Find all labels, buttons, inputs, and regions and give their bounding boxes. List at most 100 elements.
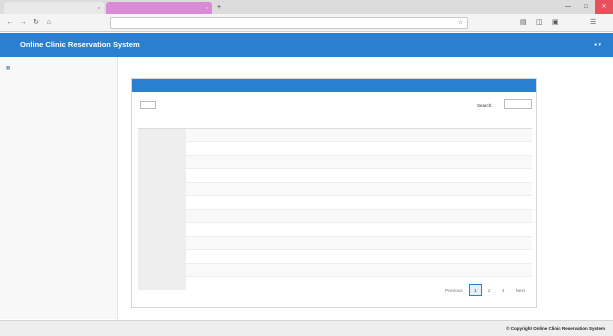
forward-icon[interactable]: → bbox=[17, 17, 29, 29]
table-row[interactable] bbox=[138, 181, 532, 196]
maximize-icon[interactable]: □ bbox=[577, 0, 595, 14]
table-cell bbox=[316, 195, 392, 209]
pagination-previous[interactable]: Previous bbox=[440, 284, 468, 296]
home-icon[interactable]: ⌂ bbox=[43, 17, 55, 29]
pagination-page[interactable]: 1 bbox=[469, 284, 482, 296]
table-cell bbox=[440, 208, 490, 223]
app-title[interactable]: Online Clinic Reservation System bbox=[20, 33, 140, 57]
table-cell bbox=[138, 181, 186, 196]
table-cell bbox=[186, 141, 248, 155]
table-cell bbox=[316, 127, 392, 142]
column-header[interactable] bbox=[248, 114, 316, 129]
table-cell bbox=[186, 195, 248, 209]
table-cell bbox=[392, 262, 440, 277]
table-cell bbox=[186, 154, 248, 169]
library-icon[interactable]: ▤ bbox=[520, 18, 527, 28]
table-cell bbox=[138, 168, 186, 182]
table-cell bbox=[248, 154, 316, 169]
reservation-table bbox=[138, 114, 532, 290]
table-cell bbox=[490, 222, 532, 236]
table-cell bbox=[392, 222, 440, 236]
entries-length-control bbox=[138, 101, 158, 109]
browser-toolbar: ← → ↻ ⌂ ☆ ▤ ◫ ▣ ☰ bbox=[0, 14, 613, 32]
table-cell bbox=[490, 249, 532, 263]
tab-close-icon[interactable]: × bbox=[98, 2, 100, 14]
table-cell bbox=[186, 127, 248, 142]
column-header[interactable] bbox=[316, 114, 392, 129]
table-cell bbox=[138, 262, 186, 277]
table-cell bbox=[186, 235, 248, 250]
sidebar-icon[interactable]: ◫ bbox=[536, 18, 543, 28]
table-cell bbox=[138, 235, 186, 250]
browser-tabstrip: × × + — □ ✕ bbox=[0, 0, 613, 14]
table-cell bbox=[392, 154, 440, 169]
table-cell bbox=[490, 195, 532, 209]
app-header: Online Clinic Reservation System ● ▾ bbox=[0, 33, 613, 57]
column-header[interactable] bbox=[138, 114, 186, 129]
table-cell bbox=[138, 222, 186, 236]
minimize-icon[interactable]: — bbox=[559, 0, 577, 14]
table-cell bbox=[138, 208, 186, 223]
new-tab-button[interactable]: + bbox=[214, 2, 224, 14]
table-cell bbox=[440, 127, 490, 142]
column-header[interactable] bbox=[392, 114, 440, 129]
table-cell bbox=[248, 235, 316, 250]
table-cell bbox=[392, 276, 440, 290]
table-body bbox=[138, 127, 532, 290]
table-row[interactable] bbox=[138, 127, 532, 142]
table-cell bbox=[316, 154, 392, 169]
sidebar: ▦ bbox=[0, 57, 118, 319]
address-bar[interactable]: ☆ bbox=[110, 17, 468, 29]
table-cell bbox=[248, 127, 316, 142]
table-header-row bbox=[138, 114, 532, 129]
search-input[interactable] bbox=[504, 99, 532, 109]
table-row[interactable] bbox=[138, 235, 532, 250]
column-header[interactable] bbox=[186, 114, 248, 129]
search-label: Search: bbox=[477, 103, 493, 108]
sidebar-item-dashboard[interactable]: ▦ bbox=[6, 65, 10, 71]
table-row[interactable] bbox=[138, 195, 532, 209]
table-cell bbox=[316, 249, 392, 263]
back-icon[interactable]: ← bbox=[4, 17, 16, 29]
table-cell bbox=[316, 235, 392, 250]
table-row[interactable] bbox=[138, 249, 532, 263]
table-cell bbox=[316, 222, 392, 236]
pagination-page[interactable]: 2 bbox=[483, 284, 496, 296]
browser-tab-inactive[interactable]: × bbox=[4, 2, 104, 14]
pagination-next[interactable]: Next bbox=[511, 284, 530, 296]
table-cell bbox=[490, 235, 532, 250]
table-cell bbox=[316, 141, 392, 155]
table-row[interactable] bbox=[138, 168, 532, 182]
pagination-page[interactable]: 3 bbox=[497, 284, 510, 296]
user-menu[interactable]: ● ▾ bbox=[594, 33, 601, 57]
bookmark-star-icon[interactable]: ☆ bbox=[458, 18, 463, 29]
column-header[interactable] bbox=[440, 114, 490, 129]
table-cell bbox=[440, 235, 490, 250]
close-window-icon[interactable]: ✕ bbox=[595, 0, 613, 14]
extension-icon[interactable]: ▣ bbox=[552, 18, 559, 28]
table-cell bbox=[248, 222, 316, 236]
table-cell bbox=[392, 127, 440, 142]
table-row[interactable] bbox=[138, 222, 532, 236]
browser-tab-active[interactable]: × bbox=[106, 2, 212, 14]
table-cell bbox=[316, 168, 392, 182]
table-cell bbox=[392, 195, 440, 209]
reload-icon[interactable]: ↻ bbox=[30, 17, 42, 29]
tab-close-icon[interactable]: × bbox=[206, 2, 208, 14]
entries-length-select[interactable] bbox=[140, 101, 156, 109]
table-cell bbox=[316, 208, 392, 223]
table-cell bbox=[138, 127, 186, 142]
table-row[interactable] bbox=[138, 154, 532, 169]
table-row[interactable] bbox=[138, 141, 532, 155]
table-row[interactable] bbox=[138, 208, 532, 223]
table-cell bbox=[186, 249, 248, 263]
table-cell bbox=[138, 195, 186, 209]
table-cell bbox=[248, 208, 316, 223]
menu-icon[interactable]: ☰ bbox=[590, 18, 596, 28]
table-cell bbox=[186, 222, 248, 236]
caret-down-icon: ▾ bbox=[598, 42, 601, 48]
table-cell bbox=[440, 168, 490, 182]
column-header[interactable] bbox=[490, 114, 532, 129]
table-cell bbox=[440, 195, 490, 209]
table-row[interactable] bbox=[138, 262, 532, 277]
